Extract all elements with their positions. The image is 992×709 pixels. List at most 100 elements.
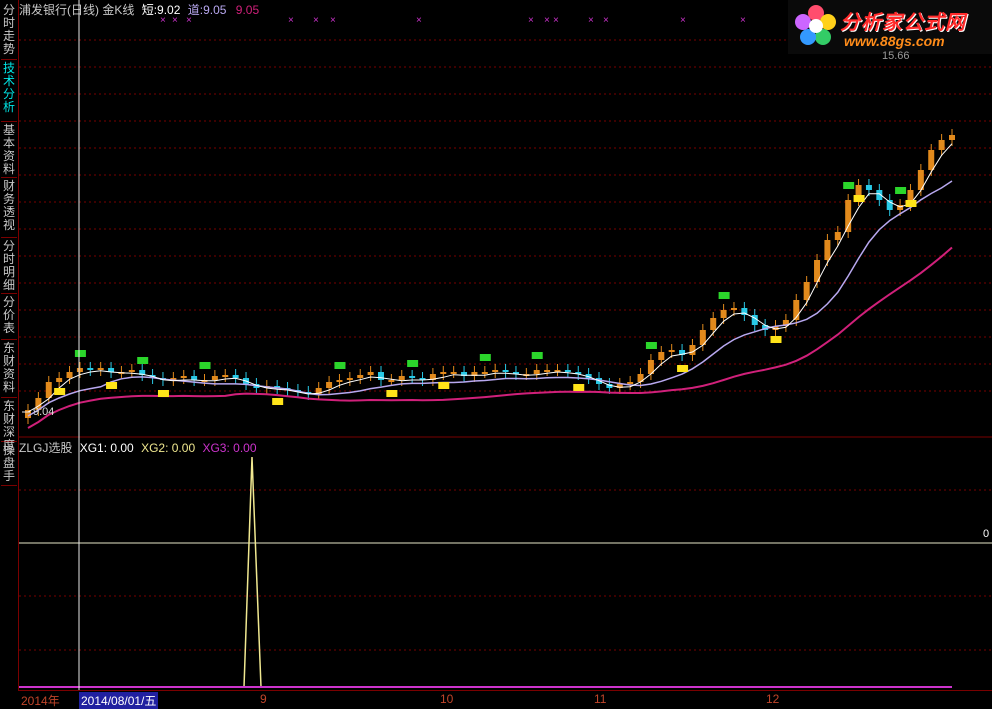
buy-marker [905,200,917,207]
magenta-marker: × [160,15,166,26]
candle-body [398,376,405,380]
candle-body [357,375,364,378]
buy-marker [770,336,782,343]
magenta-marker: × [603,15,609,26]
magenta-marker: × [313,15,319,26]
candle-body [710,318,717,330]
candle-body [928,150,935,170]
candle-body [128,370,135,372]
magenta-marker: × [544,15,550,26]
long-ma-line [27,246,953,429]
sell-marker [407,360,419,367]
candle-body [222,375,229,377]
magenta-marker: × [416,15,422,26]
candle-body [87,368,94,370]
candle-body [544,370,551,372]
candle-body [492,370,499,372]
chart-canvas[interactable]: × × × × × × × × × × × × × × [0,0,992,706]
magenta-marker: × [528,15,534,26]
buy-marker [157,390,169,397]
sell-marker [199,362,211,369]
candle-body [502,370,509,372]
candle-body [668,350,675,352]
candle-body [388,380,395,382]
candle-body [97,368,104,370]
logo-url: www.88gs.com [844,33,945,49]
logo: 分析家公式网 www.88gs.com [788,0,992,54]
magenta-marker: × [588,15,594,26]
mid-ma-line [27,180,953,417]
cursor-date: 2014/08/01/五 [79,692,159,709]
candle-body [346,378,353,380]
candle-body [564,370,571,372]
buy-marker [106,382,118,389]
sell-marker [74,350,86,357]
year-label: 2014年 [21,694,60,708]
candle-body [845,200,852,232]
time-axis: 2014年 2014/08/01/五 9 10 11 12 [18,690,992,709]
price-label-high: 15.66 [882,50,910,62]
buy-marker [677,365,689,372]
sell-marker [137,357,149,364]
candle-body [180,376,187,378]
sell-marker [895,187,907,194]
month-label-12: 12 [766,692,780,706]
buy-marker [573,384,585,391]
signal-spike [243,456,262,688]
candle-body [232,375,239,378]
candle-body [450,372,457,374]
candle-body [627,382,634,384]
sell-marker [718,292,730,299]
candle-body [834,232,841,240]
magenta-marker: × [288,15,294,26]
buy-marker [272,398,284,405]
buy-marker [438,382,450,389]
candle-body [326,382,333,388]
candle-body [865,185,872,190]
candle-body [658,352,665,360]
buy-marker [54,388,66,395]
sell-marker [479,354,491,361]
price-label-low: 9.04 [33,406,55,418]
candle-body [66,372,73,378]
logo-title: 分析家公式网 [840,12,966,34]
candle-body [689,345,696,355]
candle-body [56,378,63,382]
magenta-marker: × [740,15,746,26]
buy-marker [386,390,398,397]
sell-marker [531,352,543,359]
indicator-right-value: 0 [983,528,990,540]
magenta-marker: × [553,15,559,26]
candle-body [336,380,343,382]
candle-body [191,376,198,380]
candle-body [367,372,374,375]
sell-marker [334,362,346,369]
candle-body [377,372,384,380]
magenta-marker: × [680,15,686,26]
candle-body [938,140,945,150]
candle-body [824,240,831,260]
candle-body [949,135,955,140]
magenta-marker: × [330,15,336,26]
candle-body [440,372,447,374]
candle-body [533,370,540,374]
sell-marker [843,182,855,189]
candle-body [481,372,488,374]
stock-chart-window: 分时走势 技术分析 基本资料 财务透视 分时明细 分价表 东财资料 东财深度 操盘手 浦发银行(… [0,0,992,709]
buy-marker [853,195,865,202]
sell-marker [645,342,657,349]
magenta-marker: × [172,15,178,26]
candle-body [720,310,727,318]
short-ma-line [27,143,953,413]
candle-body [409,376,416,378]
month-label-11: 11 [594,692,607,706]
flower-logo-icon [795,5,836,45]
candle-body [211,376,218,380]
candle-body [730,308,737,310]
month-label-9: 9 [260,692,267,706]
candle-body [803,282,810,300]
candle-body [76,368,83,372]
month-label-10: 10 [440,692,454,706]
candle-body [45,382,52,398]
magenta-marker: × [186,15,192,26]
